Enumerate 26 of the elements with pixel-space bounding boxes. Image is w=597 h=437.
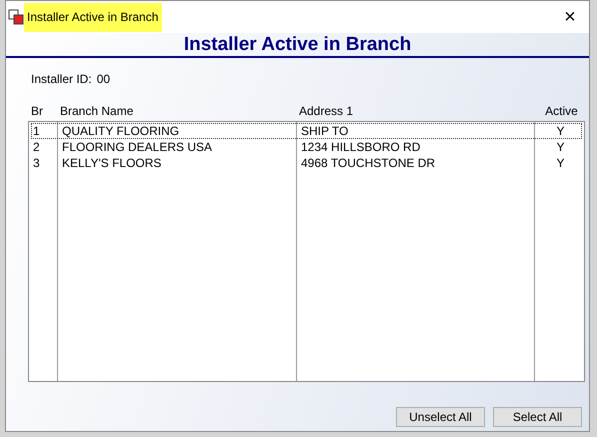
window-title: Installer Active in Branch — [24, 2, 162, 32]
installer-id-value: 00 — [96, 72, 110, 86]
close-button[interactable]: × — [555, 2, 585, 32]
dialog-heading: Installer Active in Branch — [184, 34, 412, 55]
table-cell-text: KELLY'S FLOORS — [61, 156, 162, 170]
column-header: Address 1 — [298, 104, 354, 118]
table-cell-text: 2 — [32, 140, 41, 154]
table-cell-text: Y — [555, 124, 566, 138]
table-cell-text: 4968 TOUCHSTONE DR — [300, 156, 436, 170]
table-cell-text: 1234 HILLSBORO RD — [300, 140, 422, 154]
column-header: Branch Name — [59, 104, 134, 118]
table-cell-text: QUALITY FLOORING — [61, 124, 180, 138]
unselect-all-button[interactable]: Unselect All — [396, 407, 485, 427]
list-row[interactable]: 3 KELLY'S FLOORS 4968 TOUCHSTONE DR Y — [31, 155, 582, 171]
table-cell-text: Y — [555, 156, 566, 170]
table-cell-text: Y — [555, 140, 566, 154]
table-cell-text: SHIP TO — [300, 124, 350, 138]
table-cell-text: FLOORING DEALERS USA — [61, 140, 214, 154]
list-row[interactable]: 2 FLOORING DEALERS USA 1234 HILLSBORO RD Y — [31, 139, 582, 155]
list-row[interactable]: 1 QUALITY FLOORING SHIP TO Y — [31, 123, 582, 139]
table-cell-text: 3 — [32, 156, 41, 170]
table-cell-text: 1 — [32, 124, 41, 138]
installer-id-label: Installer ID: — [31, 72, 92, 86]
column-header: Active — [544, 104, 579, 118]
column-header: Br — [30, 104, 44, 118]
select-all-button[interactable]: Select All — [493, 407, 582, 427]
